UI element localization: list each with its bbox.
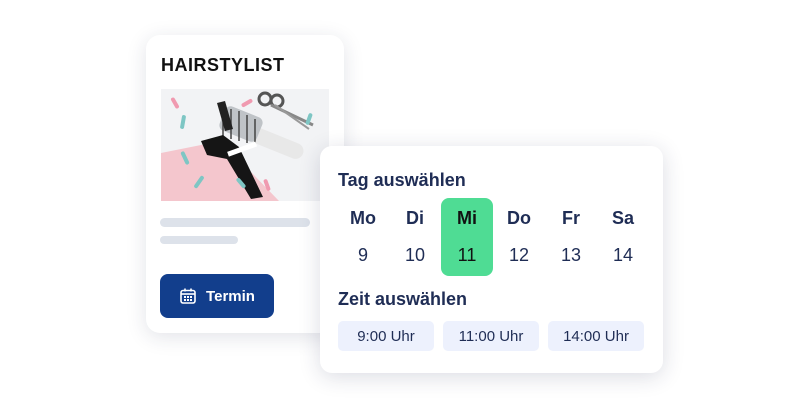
day-name: Sa [611, 208, 635, 228]
appointment-picker: Tag auswählen Mo 9 Di 10 Mi 11 Do 12 Fr … [320, 146, 663, 373]
day-option[interactable]: Mo 9 [337, 198, 389, 276]
calendar-icon [180, 288, 196, 304]
day-name: Di [406, 208, 424, 228]
time-slot[interactable]: 11:00 Uhr [443, 321, 539, 351]
stylist-photo [161, 89, 329, 201]
day-name: Mo [350, 208, 376, 228]
day-date: 14 [612, 245, 634, 265]
day-name: Mi [457, 208, 477, 228]
day-option[interactable]: Di 10 [389, 198, 441, 276]
day-selector: Mo 9 Di 10 Mi 11 Do 12 Fr 13 Sa 14 [337, 198, 649, 276]
time-heading: Zeit auswählen [338, 289, 468, 309]
time-selector: 9:00 Uhr 11:00 Uhr 14:00 Uhr [338, 321, 644, 351]
stylist-card: HAIRSTYLIST Termin [146, 35, 344, 333]
day-date: 11 [457, 245, 477, 265]
day-date: 13 [560, 245, 582, 265]
day-date: 9 [357, 245, 368, 265]
day-option[interactable]: Sa 14 [597, 198, 649, 276]
termin-button[interactable]: Termin [160, 274, 274, 318]
day-name: Fr [562, 208, 580, 228]
day-name: Do [507, 208, 531, 228]
termin-button-label: Termin [206, 287, 255, 305]
day-option[interactable]: Fr 13 [545, 198, 597, 276]
text-placeholder-line [160, 218, 310, 227]
text-placeholder-line [160, 236, 238, 244]
day-option[interactable]: Do 12 [493, 198, 545, 276]
day-date: 12 [508, 245, 530, 265]
day-date: 10 [404, 245, 426, 265]
time-slot[interactable]: 14:00 Uhr [548, 321, 644, 351]
time-slot[interactable]: 9:00 Uhr [338, 321, 434, 351]
card-title: HAIRSTYLIST [161, 55, 285, 75]
day-option-selected[interactable]: Mi 11 [441, 198, 493, 276]
day-heading: Tag auswählen [338, 170, 466, 190]
